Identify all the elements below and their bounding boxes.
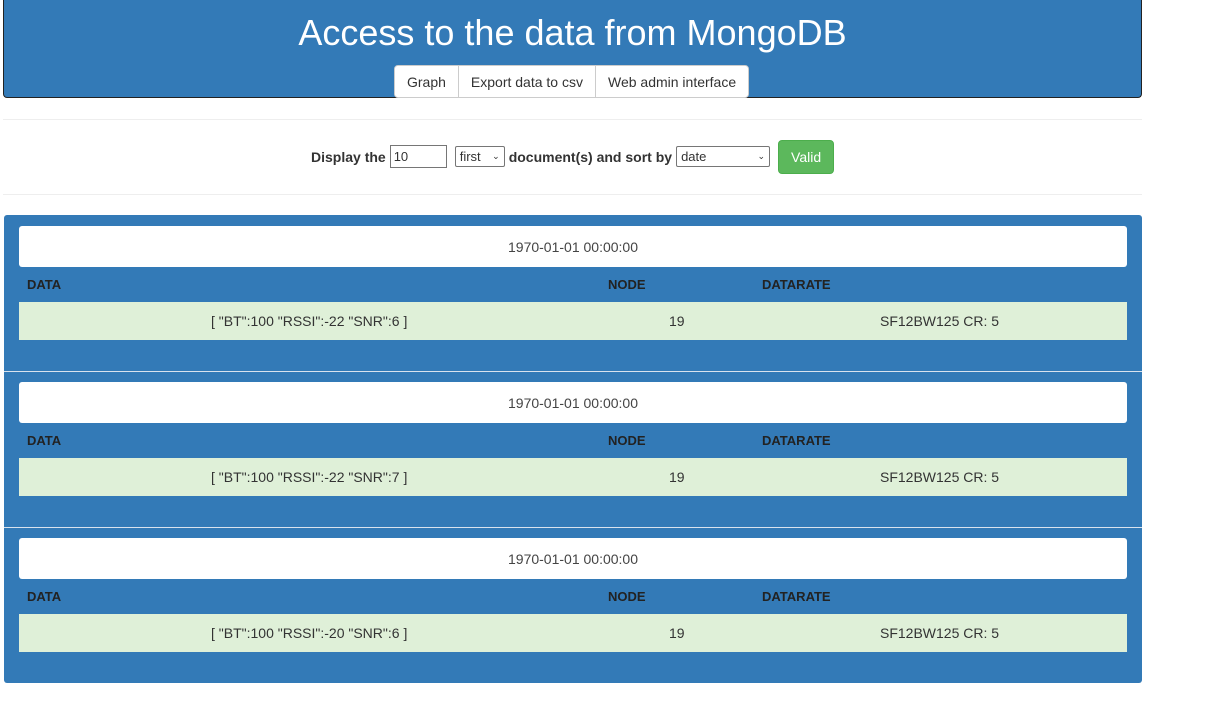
table-row: [ "BT":100 "RSSI":-22 "SNR":7 ] 19 SF12B… [19, 458, 1127, 496]
record-date: 1970-01-01 00:00:00 [19, 538, 1127, 579]
sort-select[interactable]: date ⌄ [676, 146, 771, 167]
divider [3, 119, 1142, 120]
table-row: [ "BT":100 "RSSI":-22 "SNR":6 ] 19 SF12B… [19, 302, 1127, 340]
count-input[interactable]: 10 [389, 145, 447, 168]
page-title: Access to the data from MongoDB [298, 12, 847, 53]
data-cell: [ "BT":100 "RSSI":-20 "SNR":6 ] [211, 625, 408, 641]
graph-button[interactable]: Graph [395, 66, 459, 97]
node-column-header: NODE [608, 433, 646, 448]
export-csv-button[interactable]: Export data to csv [458, 66, 596, 97]
node-cell: 19 [669, 469, 685, 485]
record-date: 1970-01-01 00:00:00 [19, 226, 1127, 267]
sort-by-label: document(s) and sort by [508, 148, 673, 165]
record: 1970-01-01 00:00:00 DATA NODE DATARATE [… [4, 215, 1142, 371]
data-cell: [ "BT":100 "RSSI":-22 "SNR":6 ] [211, 313, 408, 329]
table-row: [ "BT":100 "RSSI":-20 "SNR":6 ] 19 SF12B… [19, 614, 1127, 652]
sort-select-value: date [681, 149, 707, 164]
datarate-cell: SF12BW125 CR: 5 [880, 469, 1000, 485]
node-cell: 19 [669, 313, 685, 329]
datarate-column-header: DATARATE [762, 277, 831, 292]
order-select-value: first [459, 149, 481, 164]
record-date: 1970-01-01 00:00:00 [19, 382, 1127, 423]
divider [3, 194, 1142, 195]
nav-button-group: Graph Export data to csv Web admin inter… [394, 65, 750, 98]
valid-button[interactable]: Valid [778, 139, 835, 174]
node-column-header: NODE [608, 589, 646, 604]
query-form: Display the 10 first ⌄ document(s) and s… [311, 139, 835, 174]
record: 1970-01-01 00:00:00 DATA NODE DATARATE [… [4, 371, 1142, 527]
chevron-down-icon: ⌄ [757, 151, 766, 161]
record: 1970-01-01 00:00:00 DATA NODE DATARATE [… [4, 527, 1142, 683]
datarate-column-header: DATARATE [762, 589, 831, 604]
node-cell: 19 [669, 625, 685, 641]
records-panel: 1970-01-01 00:00:00 DATA NODE DATARATE [… [4, 215, 1142, 683]
order-select[interactable]: first ⌄ [454, 146, 505, 167]
display-the-label: Display the [311, 148, 386, 165]
data-column-header: DATA [27, 277, 62, 292]
page: Access to the data from MongoDB Graph Ex… [0, 0, 1206, 722]
web-admin-button[interactable]: Web admin interface [595, 66, 749, 97]
data-cell: [ "BT":100 "RSSI":-22 "SNR":7 ] [211, 469, 408, 485]
data-column-header: DATA [27, 589, 62, 604]
data-column-header: DATA [27, 433, 62, 448]
datarate-cell: SF12BW125 CR: 5 [880, 625, 1000, 641]
node-column-header: NODE [608, 277, 646, 292]
datarate-column-header: DATARATE [762, 433, 831, 448]
chevron-down-icon: ⌄ [492, 151, 500, 161]
header-banner: Access to the data from MongoDB Graph Ex… [3, 0, 1142, 98]
datarate-cell: SF12BW125 CR: 5 [880, 313, 1000, 329]
